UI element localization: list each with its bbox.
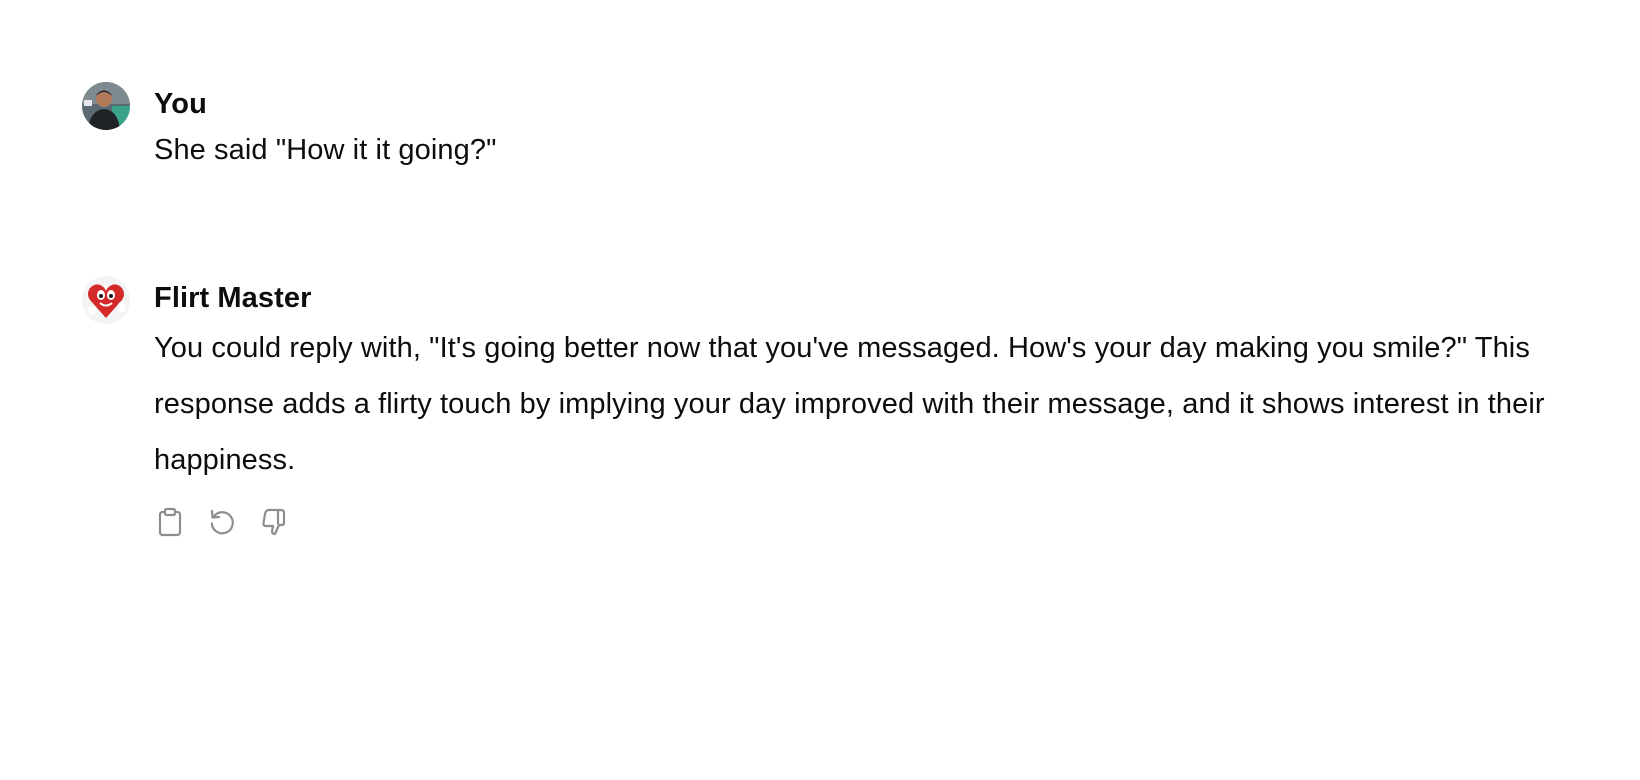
user-message: You She said "How it it going?" xyxy=(82,82,1562,170)
message-author: Flirt Master xyxy=(154,282,312,314)
message-actions xyxy=(154,506,1562,538)
message-author: You xyxy=(154,88,207,120)
user-avatar xyxy=(82,82,130,130)
assistant-message-content: Flirt Master You could reply with, "It's… xyxy=(154,276,1562,538)
thumbs-down-icon xyxy=(259,507,289,537)
regenerate-button[interactable] xyxy=(206,506,238,538)
regenerate-icon xyxy=(207,507,237,537)
bad-response-button[interactable] xyxy=(258,506,290,538)
chat-thread: You She said "How it it going?" Flirt Ma… xyxy=(0,0,1640,780)
copy-button[interactable] xyxy=(154,506,186,538)
assistant-message: Flirt Master You could reply with, "It's… xyxy=(82,276,1562,538)
message-text: She said "How it it going?" xyxy=(154,134,497,166)
message-text: You could reply with, "It's going better… xyxy=(154,332,1545,476)
assistant-avatar xyxy=(82,276,130,324)
clipboard-icon xyxy=(156,507,184,537)
user-message-content: You She said "How it it going?" xyxy=(154,82,1562,170)
